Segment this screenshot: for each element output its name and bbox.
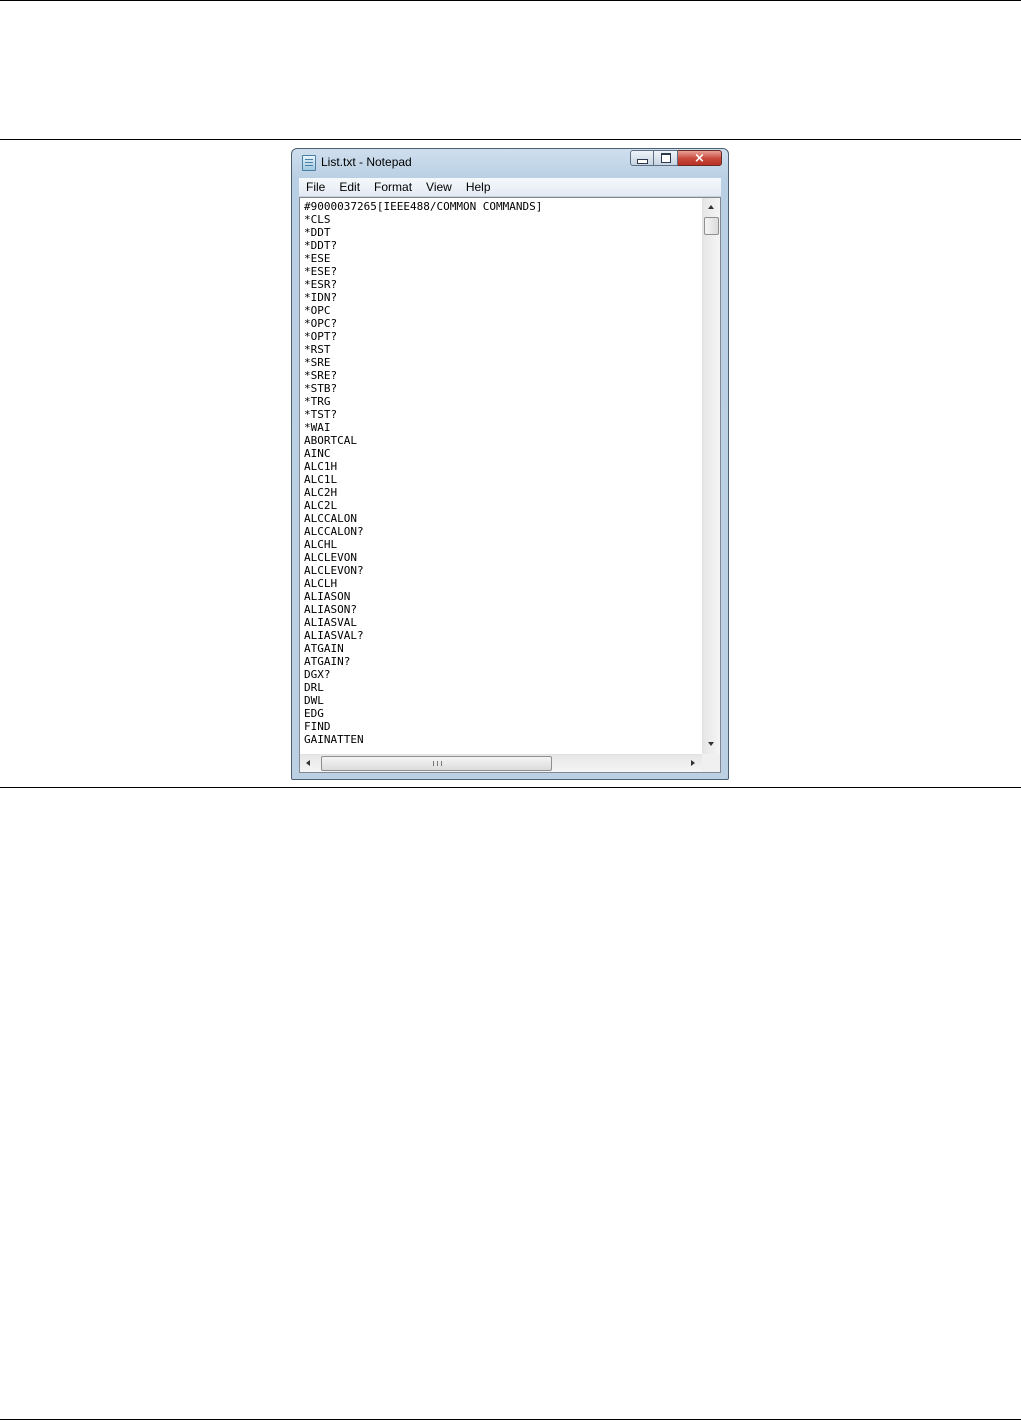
text-line[interactable]: ALIASON?: [304, 603, 699, 616]
text-line[interactable]: ALIASON: [304, 590, 699, 603]
text-line[interactable]: ALC1L: [304, 473, 699, 486]
document-text[interactable]: #9000037265[IEEE488/COMMON COMMANDS] *CLS…: [304, 200, 699, 748]
text-line[interactable]: ALCCALON?: [304, 525, 699, 538]
minimize-icon: [636, 158, 648, 164]
text-line[interactable]: *ESE?: [304, 265, 699, 278]
scroll-up-icon[interactable]: [708, 205, 714, 209]
text-line[interactable]: *DDT: [304, 226, 699, 239]
size-grip[interactable]: [702, 754, 720, 772]
top-rule: [0, 0, 1021, 1]
text-line[interactable]: *DDT?: [304, 239, 699, 252]
text-line[interactable]: ALC2L: [304, 499, 699, 512]
text-line[interactable]: *IDN?: [304, 291, 699, 304]
vertical-scroll-thumb[interactable]: [704, 217, 719, 235]
horizontal-scrollbar[interactable]: [300, 754, 703, 772]
text-line[interactable]: ALCHL: [304, 538, 699, 551]
text-line[interactable]: *STB?: [304, 382, 699, 395]
menu-bar: File Edit Format View Help: [299, 178, 721, 197]
section-rule-lower: [0, 787, 1021, 788]
text-line[interactable]: ALC2H: [304, 486, 699, 499]
text-line[interactable]: DGX?: [304, 668, 699, 681]
notepad-icon: [302, 155, 316, 171]
menu-file[interactable]: File: [299, 178, 332, 196]
menu-view[interactable]: View: [419, 178, 459, 196]
menu-help[interactable]: Help: [459, 178, 498, 196]
window-title: List.txt - Notepad: [321, 155, 412, 169]
text-line[interactable]: ALCLEVON: [304, 551, 699, 564]
scroll-left-icon[interactable]: [306, 760, 310, 766]
text-line[interactable]: *OPC?: [304, 317, 699, 330]
scroll-grip-icon: [433, 761, 442, 766]
text-line[interactable]: ALIASVAL: [304, 616, 699, 629]
text-line[interactable]: *OPT?: [304, 330, 699, 343]
text-line[interactable]: *TRG: [304, 395, 699, 408]
text-line[interactable]: ATGAIN?: [304, 655, 699, 668]
text-line[interactable]: *CLS: [304, 213, 699, 226]
text-line[interactable]: ALC1H: [304, 460, 699, 473]
text-line[interactable]: ALCLH: [304, 577, 699, 590]
minimize-button[interactable]: [630, 150, 654, 166]
text-line[interactable]: FIND: [304, 720, 699, 733]
vertical-scrollbar[interactable]: [702, 198, 720, 754]
maximize-button[interactable]: [654, 150, 678, 166]
text-line[interactable]: ALIASVAL?: [304, 629, 699, 642]
text-line[interactable]: EDG: [304, 707, 699, 720]
text-line[interactable]: ALCLEVON?: [304, 564, 699, 577]
text-line[interactable]: DWL: [304, 694, 699, 707]
text-line[interactable]: *OPC: [304, 304, 699, 317]
text-line[interactable]: ALCCALON: [304, 512, 699, 525]
text-line[interactable]: DRL: [304, 681, 699, 694]
text-line[interactable]: GAINATTEN: [304, 733, 699, 746]
text-line[interactable]: *SRE?: [304, 369, 699, 382]
text-line[interactable]: AINC: [304, 447, 699, 460]
section-rule: [0, 139, 1021, 140]
maximize-icon: [660, 153, 671, 163]
text-line[interactable]: *ESE: [304, 252, 699, 265]
menu-format[interactable]: Format: [367, 178, 419, 196]
scroll-down-icon[interactable]: [708, 742, 714, 746]
text-line[interactable]: *TST?: [304, 408, 699, 421]
text-line[interactable]: *ESR?: [304, 278, 699, 291]
text-line[interactable]: *WAI: [304, 421, 699, 434]
close-icon: ×: [694, 150, 705, 166]
caption-buttons: ×: [630, 150, 722, 167]
text-line[interactable]: *RST: [304, 343, 699, 356]
close-button[interactable]: ×: [678, 150, 722, 166]
scroll-right-icon[interactable]: [691, 760, 695, 766]
horizontal-scroll-thumb[interactable]: [321, 756, 552, 771]
text-line[interactable]: #9000037265[IEEE488/COMMON COMMANDS]: [304, 200, 699, 213]
text-editor[interactable]: #9000037265[IEEE488/COMMON COMMANDS] *CLS…: [299, 197, 721, 773]
text-line[interactable]: ATGAIN: [304, 642, 699, 655]
menu-edit[interactable]: Edit: [332, 178, 367, 196]
notepad-window: List.txt - Notepad × File Edit Format Vi…: [291, 148, 729, 780]
text-line[interactable]: ABORTCAL: [304, 434, 699, 447]
text-line[interactable]: *SRE: [304, 356, 699, 369]
title-bar[interactable]: List.txt - Notepad ×: [292, 149, 728, 175]
